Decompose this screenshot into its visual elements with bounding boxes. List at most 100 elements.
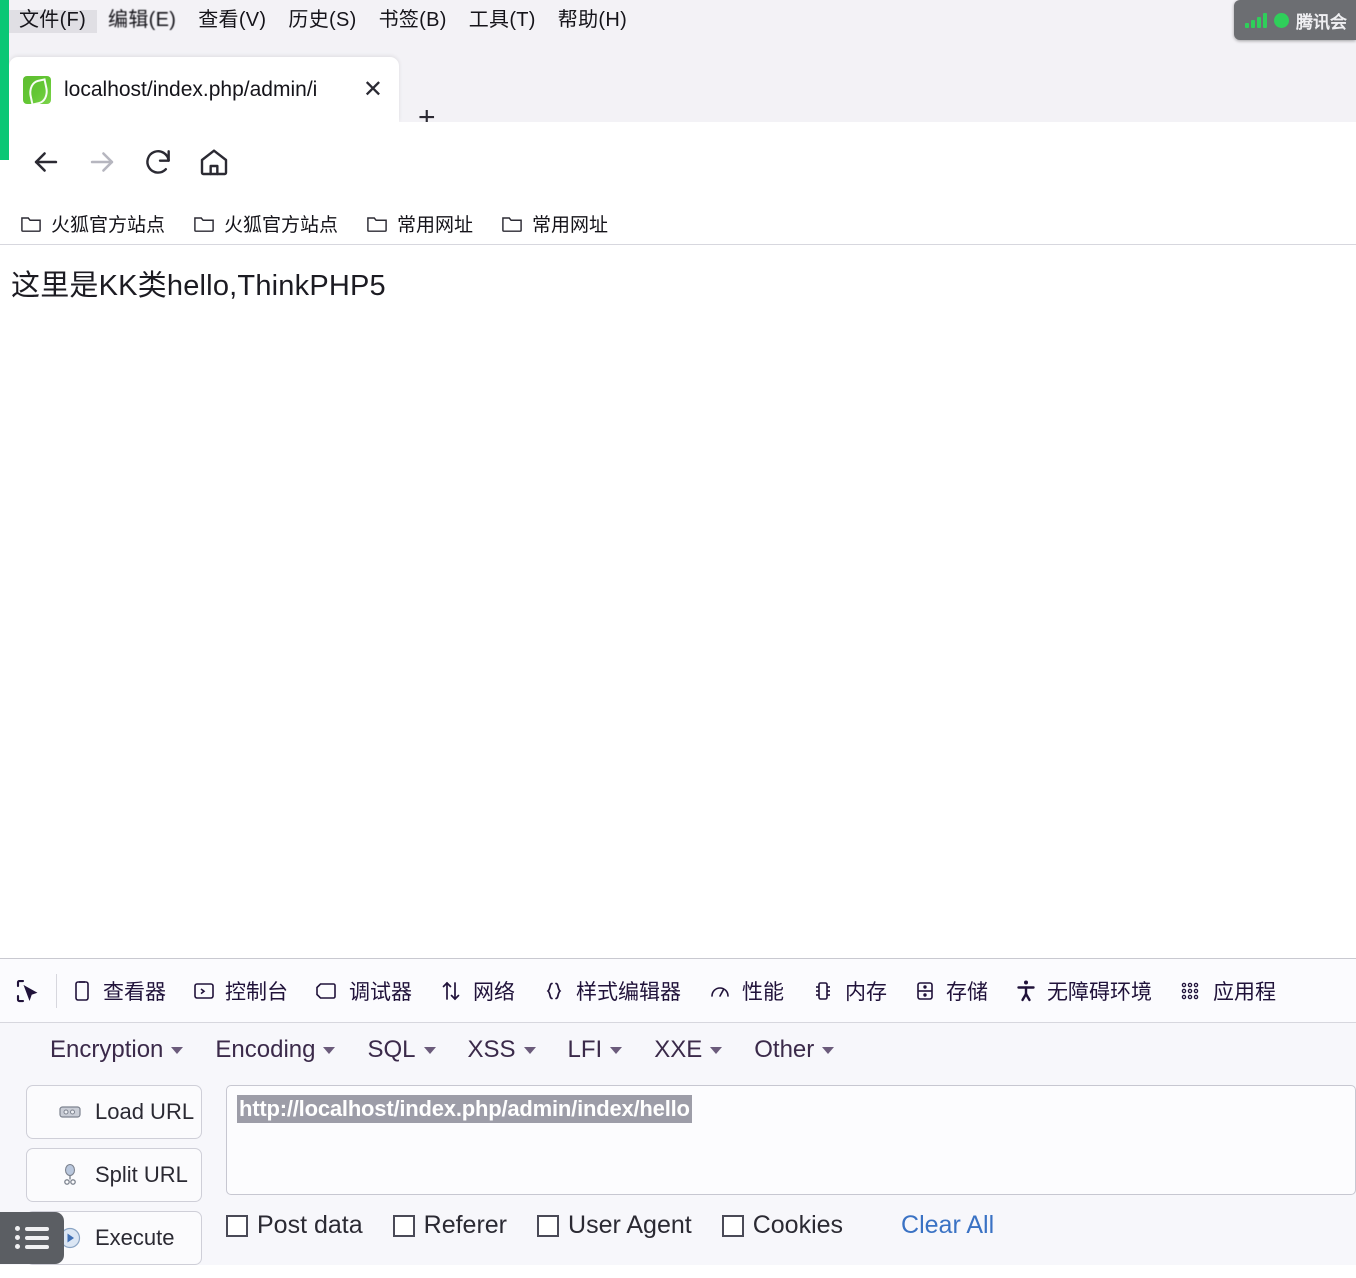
menu-item-view[interactable]: 查看(V)	[187, 10, 277, 33]
user-agent-checkbox[interactable]: User Agent	[537, 1211, 692, 1240]
hackbar-menu-label: XSS	[467, 1036, 516, 1063]
bookmark-item-firefox-1[interactable]: 火狐官方站点	[20, 210, 165, 237]
devtools-tab-bar: 查看器 控制台 调试器 网络 样式编辑器 性能 内存 存储 无障碍环境 应用程	[0, 959, 1356, 1023]
storage-icon	[917, 981, 933, 1000]
bookmark-item-firefox-2[interactable]: 火狐官方站点	[193, 210, 338, 237]
hackbar-menu-sql[interactable]: SQL	[351, 1036, 451, 1064]
hackbar-menu-xss[interactable]: XSS	[452, 1036, 552, 1064]
hackbar-menu-lfi[interactable]: LFI	[552, 1036, 639, 1064]
console-icon	[194, 982, 214, 999]
chevron-down-icon	[171, 1046, 184, 1054]
list-icon	[15, 1226, 49, 1250]
hackbar-menu-encoding[interactable]: Encoding	[199, 1036, 351, 1064]
memory-icon	[816, 981, 830, 1000]
style-editor-icon	[546, 982, 562, 999]
execute-label: Execute	[95, 1225, 175, 1250]
tab-title: localhost/index.php/admin/i	[64, 77, 318, 101]
folder-icon	[502, 217, 522, 232]
devtools-tab-label: 性能	[742, 980, 784, 1004]
hackbar-menu-label: XXE	[654, 1036, 703, 1063]
devtools-tab-label: 调试器	[349, 980, 412, 1004]
hackbar-menu-encryption[interactable]: Encryption	[34, 1036, 199, 1064]
menu-item-history[interactable]: 历史(S)	[277, 10, 367, 33]
devtools-tab-debugger[interactable]: 调试器	[301, 959, 425, 1022]
menu-item-bookmarks[interactable]: 书签(B)	[368, 10, 458, 33]
split-icon	[57, 1162, 83, 1188]
page-viewport: 这里是KK类hello,ThinkPHP5	[0, 245, 1356, 958]
menu-item-tools[interactable]: 工具(T)	[458, 10, 547, 33]
debugger-icon	[316, 982, 336, 999]
menu-bar: 文件(F) 编辑(E) 查看(V) 历史(S) 书签(B) 工具(T) 帮助(H…	[0, 0, 1356, 33]
devtools-tab-label: 内存	[845, 980, 887, 1004]
bookmark-label: 火狐官方站点	[224, 214, 339, 236]
post-data-checkbox[interactable]: Post data	[226, 1211, 363, 1240]
hackbar-menu-xxe[interactable]: XXE	[638, 1036, 738, 1064]
hackbar-menu-label: Other	[754, 1036, 815, 1063]
devtools-tab-network[interactable]: 网络	[425, 959, 528, 1022]
devtools-tab-memory[interactable]: 内存	[797, 959, 900, 1022]
devtools-tab-style-editor[interactable]: 样式编辑器	[528, 959, 694, 1022]
hackbar-input-column: http://localhost/index.php/admin/index/h…	[226, 1085, 1356, 1265]
hackbar-menu-label: Encoding	[215, 1036, 316, 1063]
bookmark-item-common-2[interactable]: 常用网址	[501, 210, 608, 237]
folder-icon	[367, 217, 387, 232]
devtools-tab-inspector[interactable]: 查看器	[57, 959, 179, 1022]
chevron-down-icon	[523, 1046, 536, 1054]
devtools-tab-label: 网络	[473, 980, 515, 1004]
devtools-tab-application[interactable]: 应用程	[1165, 959, 1289, 1022]
checkbox-label: User Agent	[568, 1211, 692, 1239]
devtools-panel: 查看器 控制台 调试器 网络 样式编辑器 性能 内存 存储 无障碍环境 应用程 …	[0, 958, 1356, 1278]
split-url-button[interactable]: Split URL	[26, 1148, 202, 1202]
split-url-label: Split URL	[95, 1162, 188, 1187]
devtools-tab-performance[interactable]: 性能	[694, 959, 797, 1022]
cookies-checkbox[interactable]: Cookies	[721, 1211, 843, 1240]
checkbox-box[interactable]	[537, 1214, 560, 1237]
referer-checkbox[interactable]: Referer	[392, 1211, 507, 1240]
navigation-toolbar	[0, 122, 1356, 202]
folder-icon	[21, 217, 41, 232]
bookmarks-bar: 火狐官方站点 火狐官方站点 常用网址 常用网址	[0, 202, 1356, 245]
load-url-button[interactable]: Load URL	[26, 1085, 202, 1139]
devtools-tab-label: 控制台	[225, 980, 288, 1004]
signal-bars-icon	[1245, 12, 1267, 28]
element-picker-icon[interactable]	[0, 959, 56, 1022]
bookmark-item-common-1[interactable]: 常用网址	[366, 210, 473, 237]
hackbar-menu-label: Encryption	[50, 1036, 164, 1063]
green-edge-strip	[0, 0, 9, 160]
devtools-tab-label: 样式编辑器	[576, 980, 681, 1004]
checkbox-box[interactable]	[392, 1214, 415, 1237]
performance-icon	[711, 986, 729, 997]
taskbar-overlay-button[interactable]	[0, 1212, 64, 1264]
forward-arrow-icon[interactable]	[74, 134, 130, 190]
hackbar-menu-label: SQL	[367, 1036, 416, 1063]
menu-item-edit[interactable]: 编辑(E)	[97, 10, 187, 33]
tab-strip: localhost/index.php/admin/i ✕ +	[0, 33, 1356, 133]
tencent-meeting-widget[interactable]: 腾讯会	[1234, 0, 1356, 40]
home-icon[interactable]	[186, 134, 242, 190]
clear-all-link[interactable]: Clear All	[901, 1211, 994, 1240]
folder-icon	[194, 217, 214, 232]
hackbar-menu-other[interactable]: Other	[738, 1036, 850, 1064]
devtools-tab-label: 无障碍环境	[1047, 980, 1152, 1004]
menu-item-file[interactable]: 文件(F)	[8, 10, 98, 33]
server-icon	[57, 1099, 83, 1125]
browser-tab[interactable]: localhost/index.php/admin/i ✕	[9, 57, 399, 122]
devtools-tab-accessibility[interactable]: 无障碍环境	[1001, 959, 1165, 1022]
network-icon	[442, 981, 460, 1000]
checkbox-box[interactable]	[721, 1214, 744, 1237]
url-textarea[interactable]: http://localhost/index.php/admin/index/h…	[226, 1085, 1356, 1195]
back-arrow-icon[interactable]	[18, 134, 74, 190]
menu-item-help[interactable]: 帮助(H)	[547, 10, 638, 33]
devtools-tab-label: 存储	[946, 980, 988, 1004]
page-body-text: 这里是KK类hello,ThinkPHP5	[11, 270, 386, 302]
devtools-tab-label: 应用程	[1213, 980, 1276, 1004]
devtools-tab-console[interactable]: 控制台	[179, 959, 301, 1022]
hackbar-body: Load URL Split URL Execute http://localh…	[0, 1077, 1356, 1265]
reload-icon[interactable]	[130, 134, 186, 190]
checkbox-box[interactable]	[226, 1214, 248, 1237]
thinkphp-leaf-icon	[23, 75, 51, 104]
tencent-meeting-label: 腾讯会	[1296, 12, 1347, 32]
devtools-tab-storage[interactable]: 存储	[900, 959, 1001, 1022]
application-icon	[1181, 982, 1199, 999]
close-icon[interactable]: ✕	[359, 76, 387, 104]
